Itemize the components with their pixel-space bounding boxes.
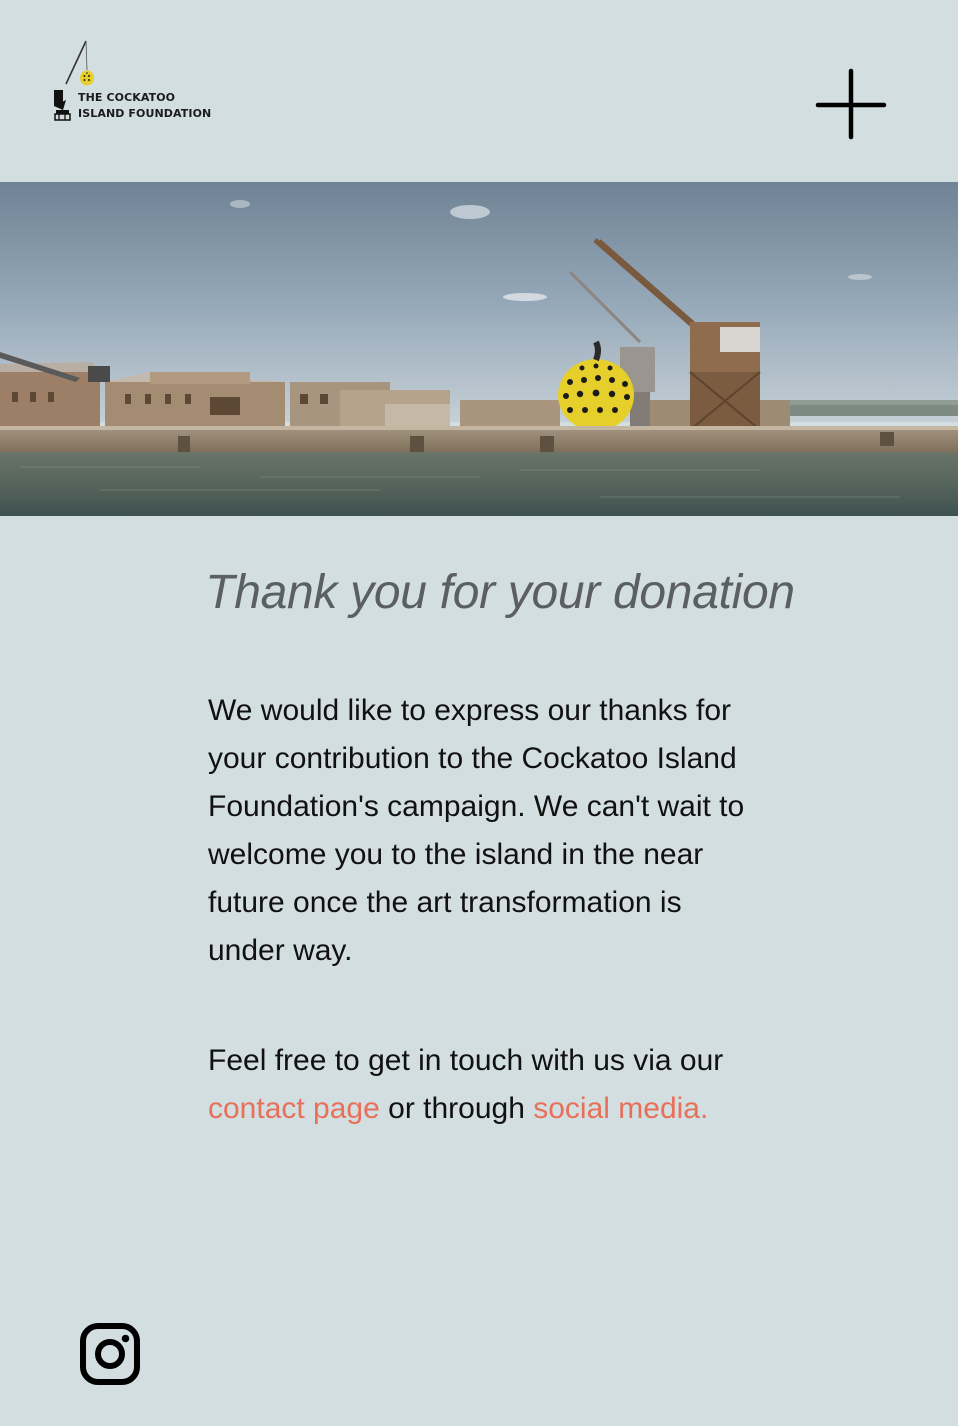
thanks-paragraph: We would like to express our thanks for …: [208, 694, 745, 967]
contact-page-link[interactable]: contact page: [208, 1092, 380, 1125]
site-logo[interactable]: THE COCKATOO ISLAND FOUNDATION: [52, 38, 222, 126]
hero-image: [0, 182, 958, 516]
plus-icon: [815, 68, 887, 140]
social-media-link[interactable]: social media.: [533, 1092, 708, 1125]
instagram-icon: [80, 1323, 140, 1385]
instagram-link[interactable]: [80, 1323, 140, 1385]
menu-toggle-button[interactable]: [812, 66, 890, 144]
contact-paragraph-middle: or through: [379, 1092, 534, 1125]
page-title: Thank you for your donation: [205, 566, 795, 619]
logo-line-2: ISLAND FOUNDATION: [78, 107, 212, 120]
contact-paragraph: Feel free to get in touch with us via ou…: [208, 1037, 748, 1133]
site-header: THE COCKATOO ISLAND FOUNDATION: [0, 0, 958, 182]
contact-paragraph-text: Feel free to get in touch with us via ou…: [208, 1044, 724, 1077]
logo-line-1: THE COCKATOO: [78, 91, 176, 104]
logo-wordmark: THE COCKATOO ISLAND FOUNDATION: [78, 90, 211, 122]
